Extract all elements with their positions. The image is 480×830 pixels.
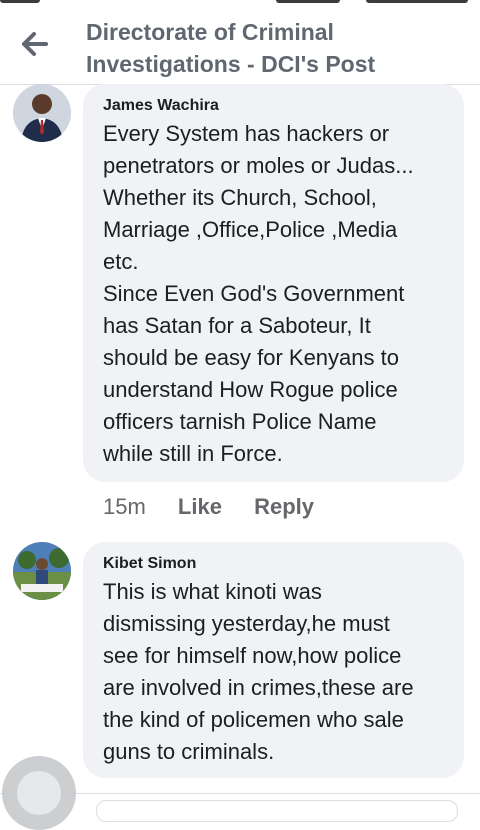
arrow-left-icon	[22, 32, 48, 56]
post-header: Directorate of Criminal Investigations -…	[0, 6, 480, 85]
page-title: Directorate of Criminal Investigations -…	[86, 19, 376, 77]
chat-head-icon	[17, 771, 61, 815]
comment-author[interactable]: James Wachira	[103, 96, 446, 116]
comment-composer[interactable]	[96, 800, 458, 822]
comment-timestamp: 15m	[103, 494, 146, 519]
status-bar-segment	[0, 0, 40, 3]
person-avatar-icon	[13, 84, 71, 142]
floating-chat-head[interactable]	[2, 756, 76, 830]
comment-text: This is what kinoti was dismissing yeste…	[103, 579, 414, 764]
status-bar-segment	[276, 0, 340, 3]
like-button[interactable]: Like	[178, 494, 222, 519]
status-bar-segment	[366, 0, 468, 3]
comment-actions: 15m Like Reply	[103, 492, 340, 522]
comment-text: Every System has hackers or penetrators …	[103, 121, 414, 466]
comment-bubble: Kibet Simon This is what kinoti was dism…	[83, 542, 464, 778]
photo-avatar-icon	[13, 542, 71, 600]
comment-author[interactable]: Kibet Simon	[103, 554, 446, 574]
reply-button[interactable]: Reply	[254, 494, 314, 519]
back-button[interactable]	[14, 26, 54, 62]
avatar[interactable]	[13, 542, 71, 600]
avatar[interactable]	[13, 84, 71, 142]
comment-bubble: James Wachira Every System has hackers o…	[83, 84, 464, 482]
